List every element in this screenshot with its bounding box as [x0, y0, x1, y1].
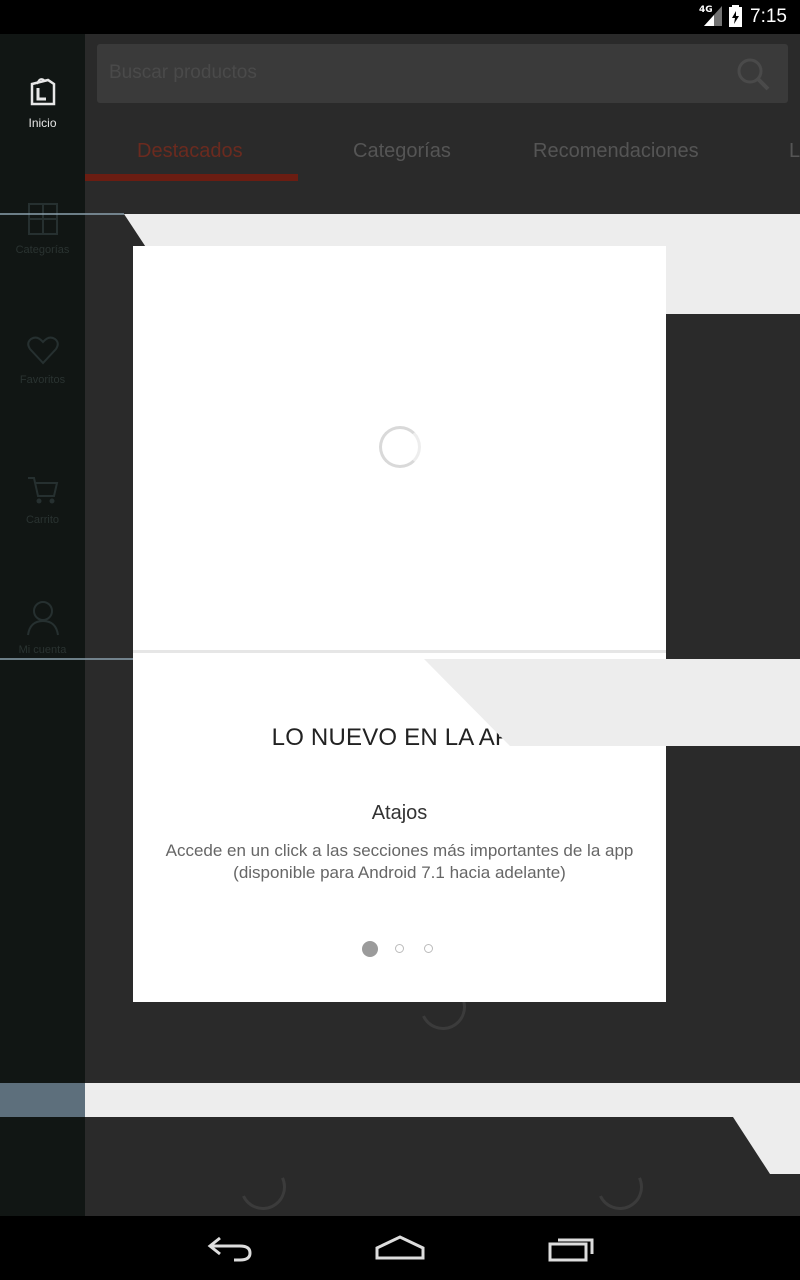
page-dot-active[interactable]: [362, 941, 378, 957]
home-icon[interactable]: [374, 1234, 426, 1262]
loading-spinner: [379, 426, 421, 468]
feature-image-area: [133, 246, 666, 651]
description-line: (disponible para Android 7.1 hacia adela…: [233, 863, 566, 882]
back-icon[interactable]: [206, 1234, 254, 1262]
signal-icon: [704, 6, 722, 26]
recents-icon[interactable]: [548, 1234, 596, 1262]
feature-title: Atajos: [371, 802, 428, 824]
clock: 7:15: [750, 6, 787, 27]
page-indicator: [133, 940, 666, 960]
whats-new-dialog: LO NUEVO EN LA APP Atajos Accede en un c…: [133, 246, 666, 1002]
feature-description: Accede en un click a las secciones más i…: [148, 840, 651, 884]
page-dot[interactable]: [395, 944, 404, 953]
app-screen: Inicio Categorías Favoritos Carrito Mi c…: [0, 34, 800, 1216]
description-line: Accede en un click a las secciones más i…: [165, 841, 634, 860]
status-bar: 4G 7:15: [0, 0, 800, 34]
divider: [133, 650, 666, 653]
page-dot[interactable]: [424, 944, 433, 953]
system-navigation-bar: [0, 1216, 800, 1280]
transition-band: [424, 659, 800, 746]
battery-icon: [729, 5, 742, 27]
